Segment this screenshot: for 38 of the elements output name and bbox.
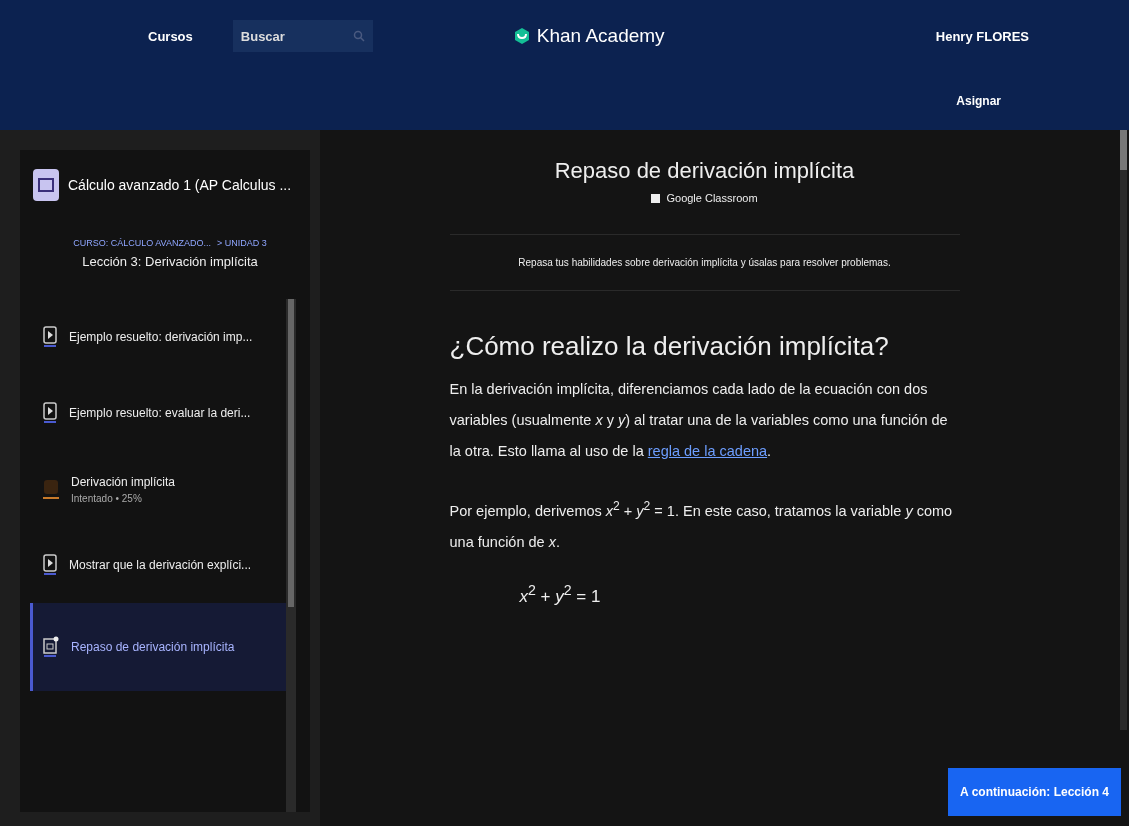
- lesson-item-title: Ejemplo resuelto: derivación imp...: [69, 330, 253, 344]
- lesson-item-title: Repaso de derivación implícita: [71, 640, 235, 654]
- exercise-icon: [43, 478, 59, 500]
- lesson-item-title: Ejemplo resuelto: evaluar la deri...: [69, 406, 251, 420]
- assign-link[interactable]: Asignar: [956, 94, 1001, 108]
- lesson-item-title: Mostrar que la derivación explíci...: [69, 558, 252, 572]
- lesson-item[interactable]: Mostrar que la derivación explíci...: [30, 527, 286, 603]
- scrollbar[interactable]: [1120, 130, 1127, 730]
- lesson-item-progress: Intentado • 25%: [71, 492, 143, 504]
- search-icon: [352, 30, 365, 42]
- equation: x$^{2}$ + y$^{2}$ = 1: [519, 581, 602, 607]
- course-icon: [32, 168, 60, 202]
- article-title: Repaso de derivación implícita: [553, 158, 856, 184]
- lesson-item-title: Derivación implícita: [71, 474, 176, 489]
- play-icon: [43, 402, 57, 424]
- play-icon: [43, 326, 57, 348]
- courses-link[interactable]: Cursos: [148, 28, 193, 44]
- next-lesson-button[interactable]: A continuación: Lección 4: [948, 768, 1121, 816]
- lesson-item[interactable]: Ejemplo resuelto: evaluar la deri...: [30, 375, 286, 451]
- lesson-title: Lección 3: Derivación implícita: [81, 254, 259, 269]
- paragraph: Por ejemplo, derivemos x$^{2}$ + y$^{2}$ = 1. En este caso, tratamos la variable y como una función de x.: [449, 498, 954, 552]
- breadcrumb-link[interactable]: CURSO: CÁLCULO AVANZADO...: [73, 238, 211, 248]
- course-title: Cálculo avanzado 1 (AP Calculus ...: [68, 177, 292, 193]
- logo-text: Khan Academy: [536, 25, 665, 47]
- article-summary: Repasa tus habilidades sobre derivación implícita y úsalas para resolver problemas.: [449, 234, 960, 291]
- article-icon: [43, 636, 59, 658]
- scrollbar[interactable]: [286, 299, 296, 812]
- breadcrumb-link[interactable]: > UNIDAD 3: [216, 238, 267, 248]
- leaf-logo-icon: [512, 27, 531, 45]
- lesson-item[interactable]: Derivación implícita Intentado • 25%: [30, 451, 286, 527]
- search-field[interactable]: Buscar: [232, 20, 373, 52]
- user-name-link[interactable]: Henry FLORES: [935, 28, 1029, 44]
- section-heading: ¿Cómo realizo la derivación implícita?: [449, 331, 890, 362]
- paragraph: En la derivación implícita, diferenciamos cada lado de la ecuación con dos variables (usualmente x y y) al tratar una de la variables como una función de la otra. Esto llama al uso de la regla de la cadena.: [449, 380, 949, 461]
- lesson-item[interactable]: Repaso de derivación implícita: [30, 603, 286, 691]
- play-icon: [43, 554, 57, 576]
- lesson-item[interactable]: Ejemplo resuelto: derivación imp...: [30, 299, 286, 375]
- google-classroom-link[interactable]: Google Classroom: [651, 192, 758, 204]
